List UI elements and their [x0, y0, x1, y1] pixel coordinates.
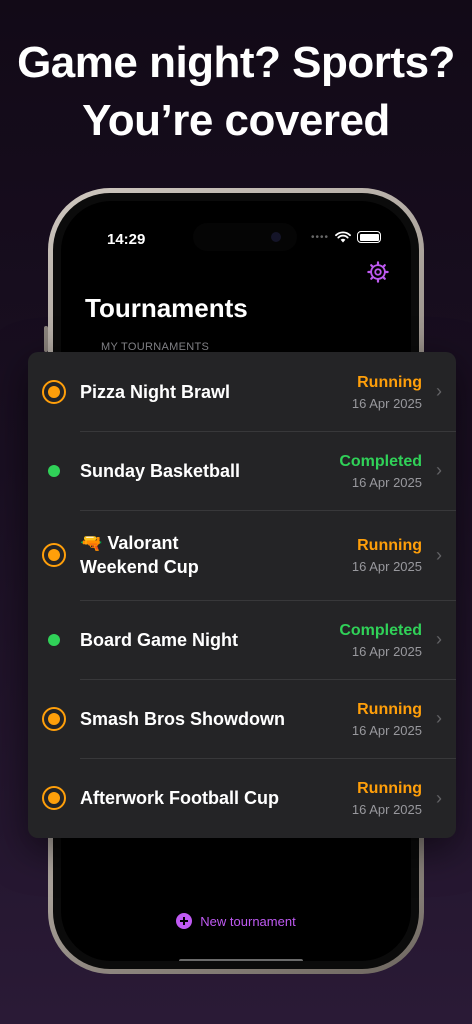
running-ring-icon: [42, 543, 66, 567]
new-tournament-label: New tournament: [200, 913, 296, 929]
tournament-date: 16 Apr 2025: [351, 643, 422, 659]
tournament-date: 16 Apr 2025: [351, 722, 422, 738]
completed-dot-icon: [48, 464, 60, 477]
tournament-row[interactable]: Sunday Basketball Completed 16 Apr 2025 …: [28, 431, 456, 510]
tournament-row[interactable]: 🔫 Valorant Weekend Cup Running 16 Apr 20…: [28, 510, 456, 600]
headline-line-1: Game night? Sports?: [17, 38, 455, 87]
tournament-date: 16 Apr 2025: [351, 395, 422, 411]
chevron-right-icon: ›: [436, 708, 442, 728]
tournament-name: 🔫 Valorant Weekend Cup: [80, 531, 312, 579]
tournament-date: 16 Apr 2025: [351, 559, 422, 574]
tournament-name: Afterwork Football Cup: [80, 788, 279, 808]
dynamic-island: [193, 223, 297, 251]
headline-line-2: You’re covered: [82, 96, 390, 145]
home-indicator[interactable]: [179, 959, 303, 961]
tournament-row[interactable]: Afterwork Football Cup Running 16 Apr 20…: [28, 758, 456, 838]
tournament-status: Running: [357, 780, 422, 797]
completed-dot-icon: [48, 633, 60, 646]
tournament-name-line-2: Weekend Cup: [80, 557, 199, 577]
tournament-status: Running: [357, 537, 422, 554]
plus-circle-icon: [176, 913, 193, 929]
status-icons: ••••: [311, 231, 381, 243]
promo-headline: Game night? Sports? You’re covered: [0, 34, 472, 150]
new-tournament-button[interactable]: New tournament: [61, 913, 411, 929]
tournament-name-line-1: 🔫 Valorant: [80, 533, 179, 553]
tournament-row[interactable]: Smash Bros Showdown Running 16 Apr 2025 …: [28, 679, 456, 758]
tournament-date: 16 Apr 2025: [351, 802, 422, 817]
chevron-right-icon: ›: [436, 787, 442, 808]
tournament-name: Pizza Night Brawl: [80, 381, 231, 402]
chevron-right-icon: ›: [436, 381, 442, 401]
camera-icon: [271, 232, 281, 242]
tournament-date: 16 Apr 2025: [351, 474, 422, 490]
tournament-list: Pizza Night Brawl Running 16 Apr 2025 › …: [28, 352, 456, 838]
tournament-name: Sunday Basketball: [80, 460, 241, 481]
page-title: Tournaments: [85, 293, 248, 323]
running-ring-icon: [42, 706, 66, 731]
chevron-right-icon: ›: [436, 460, 442, 480]
tournament-status: Completed: [339, 621, 422, 639]
gear-icon[interactable]: [367, 261, 389, 283]
running-ring-icon: [42, 786, 66, 810]
wifi-icon: [335, 231, 351, 243]
chevron-right-icon: ›: [436, 629, 442, 649]
battery-icon: [357, 231, 381, 243]
chevron-right-icon: ›: [436, 544, 442, 565]
tournament-status: Completed: [339, 452, 422, 470]
tournament-row[interactable]: Board Game Night Completed 16 Apr 2025 ›: [28, 600, 456, 679]
tournament-status: Running: [357, 700, 422, 718]
tournament-name: Smash Bros Showdown: [80, 708, 286, 729]
status-time: 14:29: [107, 231, 146, 248]
signal-dots-icon: ••••: [310, 231, 329, 243]
tournament-status: Running: [357, 373, 422, 391]
running-ring-icon: [42, 379, 66, 404]
tournament-row[interactable]: Pizza Night Brawl Running 16 Apr 2025 ›: [28, 352, 456, 431]
tournament-name: Board Game Night: [80, 629, 239, 650]
